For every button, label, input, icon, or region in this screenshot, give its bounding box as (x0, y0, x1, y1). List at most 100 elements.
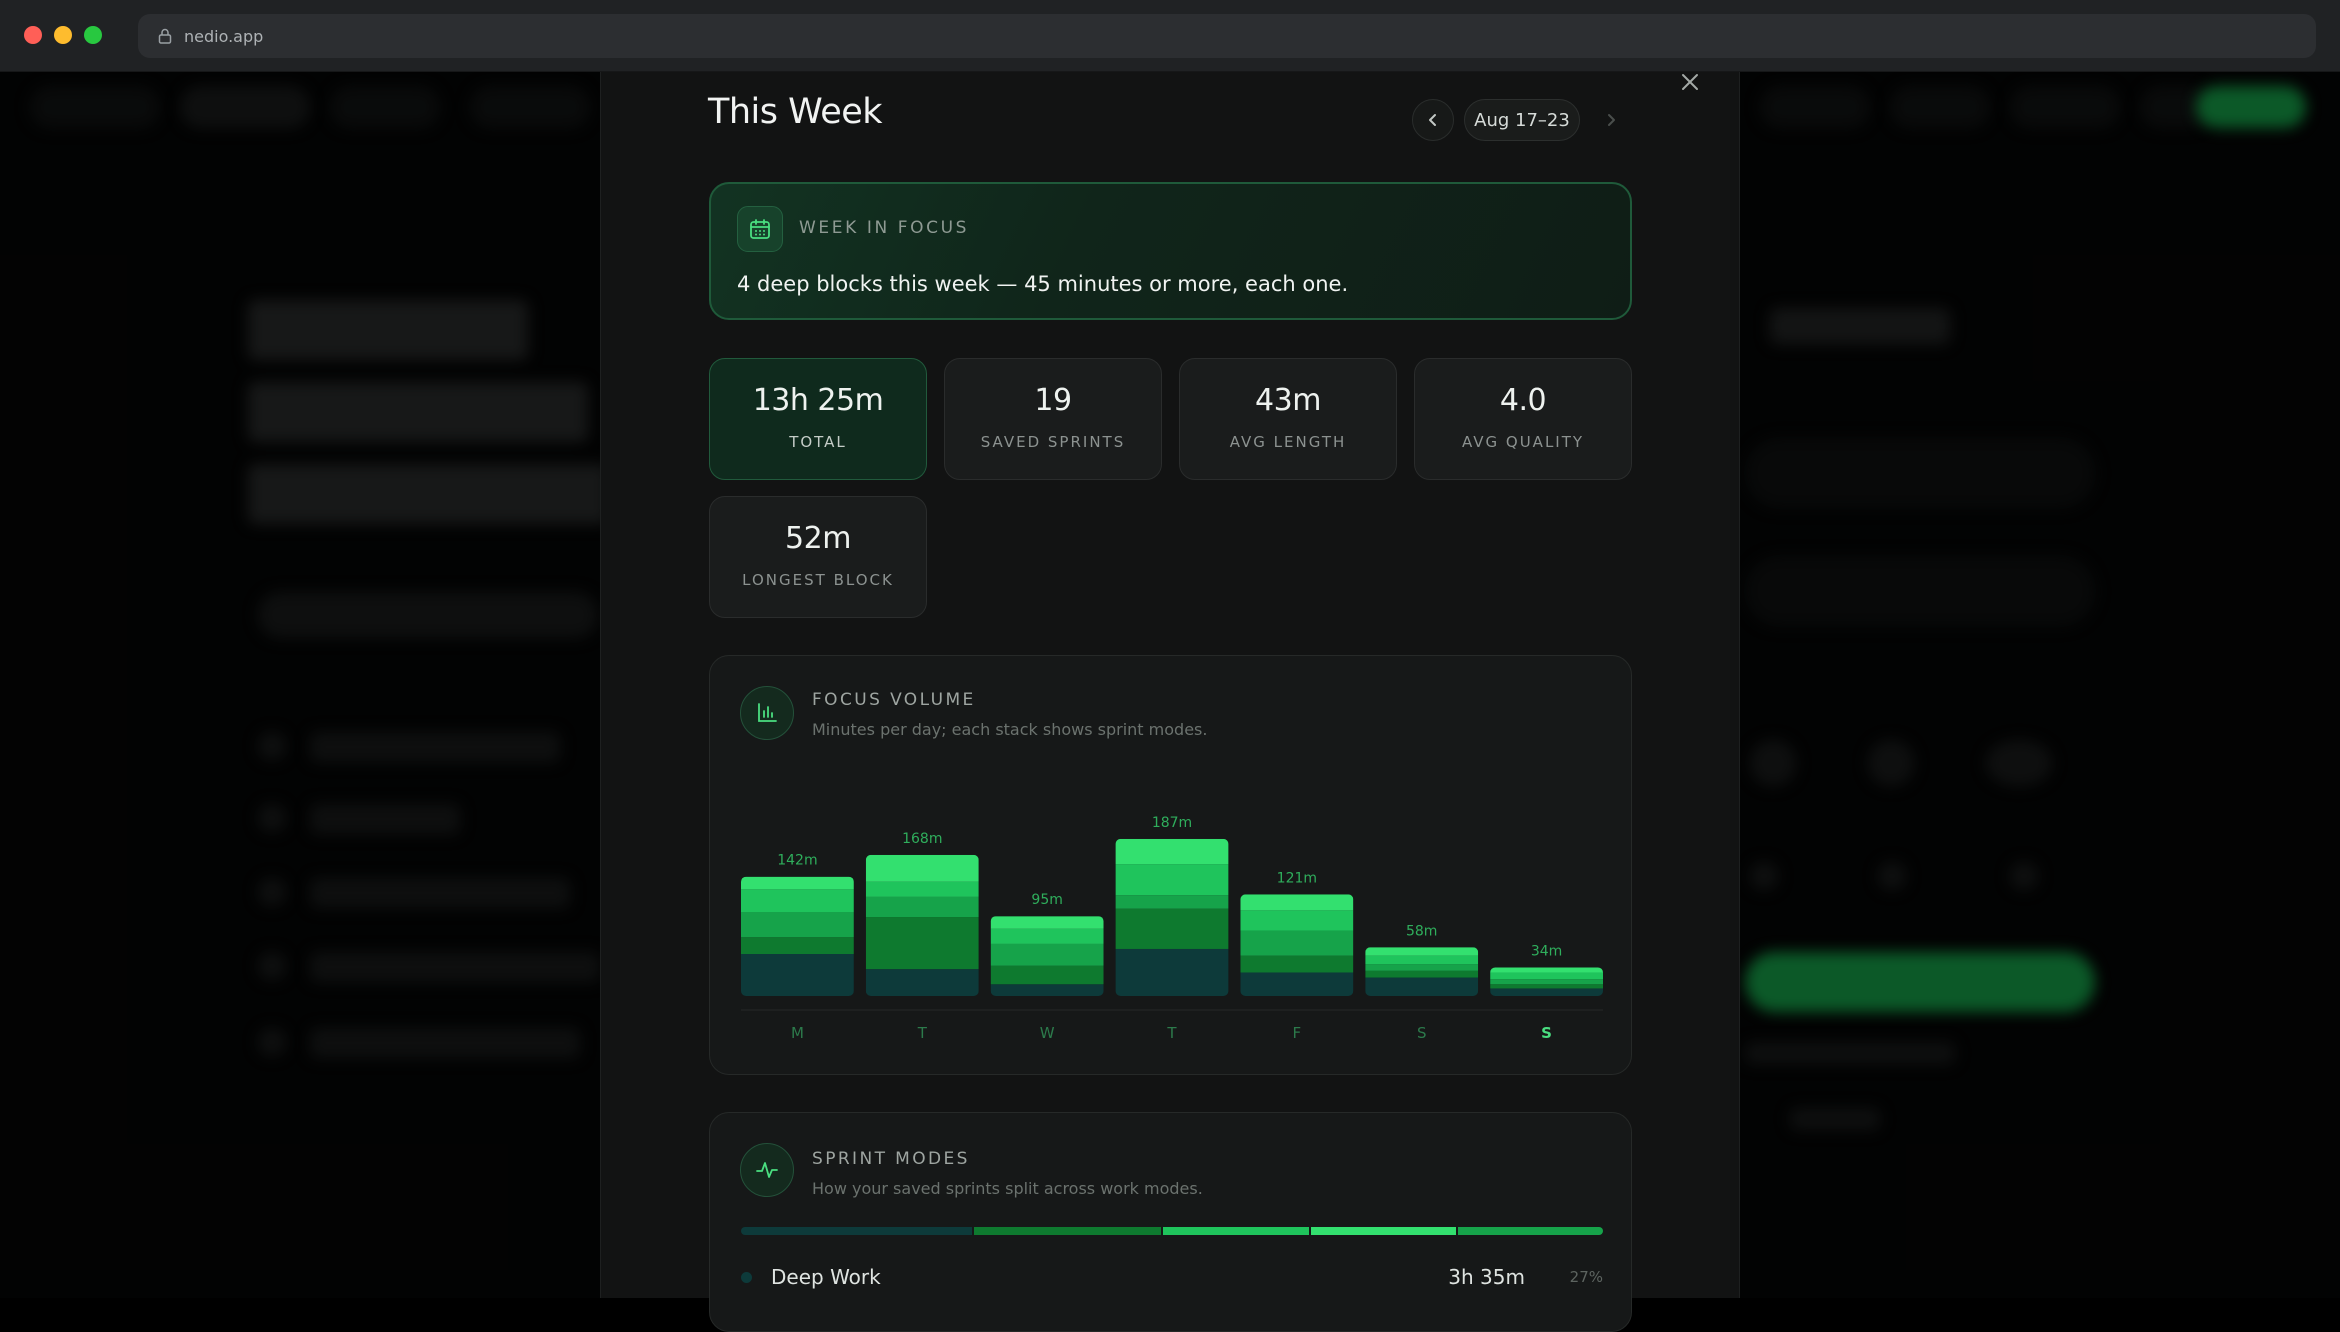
address-bar[interactable]: nedio.app (138, 14, 2316, 58)
bar-segment (1490, 967, 1603, 973)
bar-segment (1115, 948, 1229, 996)
bar-segment (990, 916, 1104, 929)
browser-chrome: nedio.app (0, 0, 2340, 72)
bar-segment (1490, 979, 1603, 985)
bar-stack-0 (741, 876, 854, 996)
bar-segment (990, 965, 1104, 985)
bar-segment (1115, 908, 1229, 949)
bar-segment (1115, 895, 1229, 909)
mode-name: Deep Work (771, 1265, 881, 1289)
bar-segment (741, 954, 854, 996)
stat-value: 52m (785, 521, 851, 556)
maximize-window-button[interactable] (84, 26, 102, 44)
bar-value-label: 58m (1406, 923, 1437, 939)
week-in-focus-label: WEEK IN FOCUS (799, 218, 970, 238)
bar-segment (865, 854, 979, 882)
chevron-left-icon (1429, 114, 1436, 126)
bar-segment (1365, 955, 1479, 965)
previous-week-button[interactable] (1412, 99, 1454, 141)
date-range-pill[interactable]: Aug 17–23 (1464, 99, 1580, 141)
mode-bar-segment (1457, 1227, 1603, 1235)
stat-label: AVG QUALITY (1461, 433, 1585, 451)
sprint-modes-subtitle: How your saved sprints split across work… (812, 1179, 1203, 1198)
bar-segment (1115, 838, 1229, 865)
bar-segment (741, 876, 854, 890)
sprint-modes-card: SPRINT MODES How your saved sprints spli… (709, 1112, 1632, 1332)
mode-row-deep-work[interactable]: Deep Work 3h 35m 27% (741, 1263, 1603, 1293)
close-window-button[interactable] (24, 26, 42, 44)
sprint-modes-bar (741, 1227, 1603, 1235)
bar-segment (1490, 972, 1603, 980)
bar-stack-1 (865, 854, 979, 996)
bar-segment (1240, 894, 1354, 911)
modal-title: This Week (708, 92, 883, 132)
bar-segment (1490, 988, 1603, 996)
bar-segment (741, 889, 854, 912)
bar-segment (990, 943, 1104, 966)
bar-segment (1365, 970, 1479, 978)
stat-value: 4.0 (1499, 383, 1547, 418)
bar-stack-3 (1115, 838, 1229, 996)
bar-segment (1240, 955, 1354, 973)
bar-value-label: 95m (1031, 892, 1062, 908)
focus-volume-chart: 142m M 168m T 95m W 187m T 121m F 58m S 34m S (741, 815, 1603, 1042)
bar-stack-6 (1490, 967, 1603, 996)
stat-label: LONGEST BLOCK (742, 571, 894, 589)
mode-bar-segment (1310, 1227, 1456, 1235)
bar-segment (1240, 972, 1354, 996)
bar-segment (990, 984, 1104, 996)
mode-bar-segment (741, 1227, 972, 1235)
sprint-modes-title: SPRINT MODES (812, 1149, 970, 1169)
stat-value: 19 (1034, 383, 1072, 418)
x-tick-label: S (1541, 1024, 1552, 1042)
stat-value: 13h 25m (752, 383, 884, 418)
x-tick-label: M (791, 1024, 804, 1042)
mode-bar-segment (1163, 1227, 1309, 1235)
bar-stack-5 (1365, 947, 1479, 996)
bar-segment (865, 896, 979, 918)
bar-value-label: 168m (902, 831, 942, 847)
bar-stack-4 (1240, 894, 1354, 996)
bar-segment (1365, 947, 1479, 956)
bar-segment (741, 912, 854, 938)
x-tick-label: W (1040, 1024, 1055, 1042)
minimize-window-button[interactable] (54, 26, 72, 44)
mode-time: 3h 35m (1448, 1265, 1525, 1289)
mode-percent: 27% (1569, 1268, 1603, 1286)
lock-icon (158, 28, 172, 44)
next-week-button[interactable] (1590, 99, 1632, 141)
bar-value-label: 121m (1277, 870, 1317, 886)
url-text: nedio.app (184, 26, 264, 46)
bar-segment (1115, 864, 1229, 896)
stat-tile-avg-quality[interactable]: 4.0 AVG QUALITY (1414, 358, 1632, 480)
stat-value: 43m (1255, 383, 1321, 418)
stat-tile-saved-sprints[interactable]: 19 SAVED SPRINTS (944, 358, 1162, 480)
bar-value-label: 34m (1531, 943, 1562, 959)
close-modal-button[interactable] (1678, 72, 1702, 96)
bar-segment (1240, 910, 1354, 931)
bar-segment (1490, 984, 1603, 989)
stat-tile-total[interactable]: 13h 25m TOTAL (709, 358, 927, 480)
stat-label: AVG LENGTH (1229, 433, 1347, 451)
stat-label: TOTAL (789, 433, 847, 451)
bar-segment (1365, 964, 1479, 971)
bar-segment (741, 937, 854, 954)
x-tick-label: T (1166, 1024, 1177, 1042)
stat-tile-avg-length[interactable]: 43m AVG LENGTH (1179, 358, 1397, 480)
bar-segment (865, 917, 979, 970)
focus-volume-card: FOCUS VOLUME Minutes per day; each stack… (709, 655, 1632, 1075)
stat-tile-longest-block[interactable]: 52m LONGEST BLOCK (709, 496, 927, 618)
bar-segment (1240, 930, 1354, 956)
week-in-focus-text: 4 deep blocks this week — 45 minutes or … (737, 272, 1349, 296)
chevron-right-icon (1608, 114, 1615, 126)
bar-value-label: 187m (1152, 815, 1192, 831)
mode-color-dot (741, 1272, 752, 1283)
bar-segment (865, 881, 979, 897)
x-tick-label: F (1293, 1024, 1302, 1042)
bar-segment (990, 928, 1104, 944)
week-in-focus-card: WEEK IN FOCUS 4 deep blocks this week — … (709, 182, 1632, 320)
x-tick-label: S (1417, 1024, 1427, 1042)
close-icon (1682, 74, 1698, 90)
activity-icon (740, 1143, 794, 1197)
stat-label: SAVED SPRINTS (980, 433, 1126, 451)
